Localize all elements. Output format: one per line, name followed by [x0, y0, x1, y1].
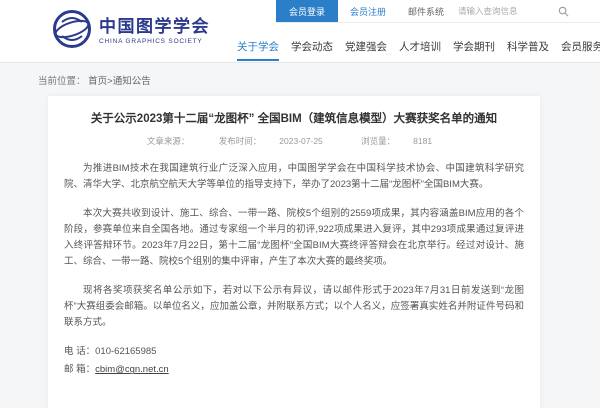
site-header: 中国图学学会 CHINA GRAPHICS SOCIETY 会员登录 会员注册 …: [0, 0, 600, 63]
nav-item-member-service[interactable]: 会员服务: [561, 33, 600, 59]
paragraph-3: 现将各奖项获奖名单公示如下，若对以下公示有异议，请以邮件形式于2023年7月31…: [64, 283, 524, 331]
site-search: [458, 0, 569, 22]
article-body: 为推进BIM技术在我国建筑行业广泛深入应用，中国图学学会在中国科学技术协会、中国…: [64, 161, 524, 331]
phone-line: 电 话：010-62165985: [64, 344, 524, 360]
paragraph-2: 本次大赛共收到设计、施工、综合、一带一路、院校5个组别的2559项成果，其内容涵…: [64, 206, 524, 270]
breadcrumb-label: 当前位置：: [38, 76, 86, 87]
member-register-link[interactable]: 会员注册: [338, 0, 398, 22]
page-title: 关于公示2023第十二届“龙图杯” 全国BIM（建筑信息模型）大赛获奖名单的通知: [68, 110, 520, 128]
meta-date-value: 2023-07-25: [279, 136, 322, 146]
meta-views-value: 8181: [413, 136, 432, 146]
member-login-button[interactable]: 会员登录: [276, 0, 338, 22]
email-link[interactable]: cbim@cgn.net.cn: [95, 364, 169, 375]
nav-item-science-popularization[interactable]: 科学普及: [507, 33, 549, 59]
society-emblem-icon: [52, 9, 92, 54]
email-line: 邮 箱：cbim@cgn.net.cn: [64, 362, 524, 378]
meta-source-label: 文章来源：: [147, 136, 190, 146]
meta-views-label: 浏览量：: [361, 136, 395, 146]
phone-label: 电 话：: [64, 346, 95, 357]
nav-item-news[interactable]: 学会动态: [291, 33, 333, 59]
main-nav: 关于学会 学会动态 党建强会 人才培训 学会期刊 科学普及 会员服务 团体标准 …: [237, 33, 600, 62]
mail-system-link[interactable]: 邮件系统: [398, 0, 454, 22]
logo-name-cn: 中国图学学会: [99, 18, 210, 37]
search-icon[interactable]: [558, 6, 569, 17]
article-meta: 文章来源： 发布时间： 2023-07-25 浏览量： 8181: [64, 135, 524, 147]
meta-date-label: 发布时间：: [219, 136, 262, 146]
breadcrumb: 当前位置： 首页>通知公告: [0, 63, 600, 96]
paragraph-1: 为推进BIM技术在我国建筑行业广泛深入应用，中国图学学会在中国科学技术协会、中国…: [64, 161, 524, 193]
logo-name-en: CHINA GRAPHICS SOCIETY: [99, 38, 210, 45]
page: 中国图学学会 CHINA GRAPHICS SOCIETY 会员登录 会员注册 …: [0, 0, 600, 408]
search-input[interactable]: [458, 6, 556, 16]
utility-topbar: 会员登录 会员注册 邮件系统: [276, 0, 600, 23]
nav-item-party-building[interactable]: 党建强会: [345, 33, 387, 59]
email-label: 邮 箱：: [64, 364, 95, 375]
breadcrumb-path-link[interactable]: 首页>通知公告: [88, 76, 151, 87]
site-logo[interactable]: 中国图学学会 CHINA GRAPHICS SOCIETY: [52, 9, 210, 54]
notice-card: 关于公示2023第十二届“龙图杯” 全国BIM（建筑信息模型）大赛获奖名单的通知…: [48, 96, 540, 408]
nav-item-about[interactable]: 关于学会: [237, 33, 279, 61]
nav-item-journal[interactable]: 学会期刊: [453, 33, 495, 59]
phone-number: 010-62165985: [95, 346, 156, 357]
nav-item-training[interactable]: 人才培训: [399, 33, 441, 59]
